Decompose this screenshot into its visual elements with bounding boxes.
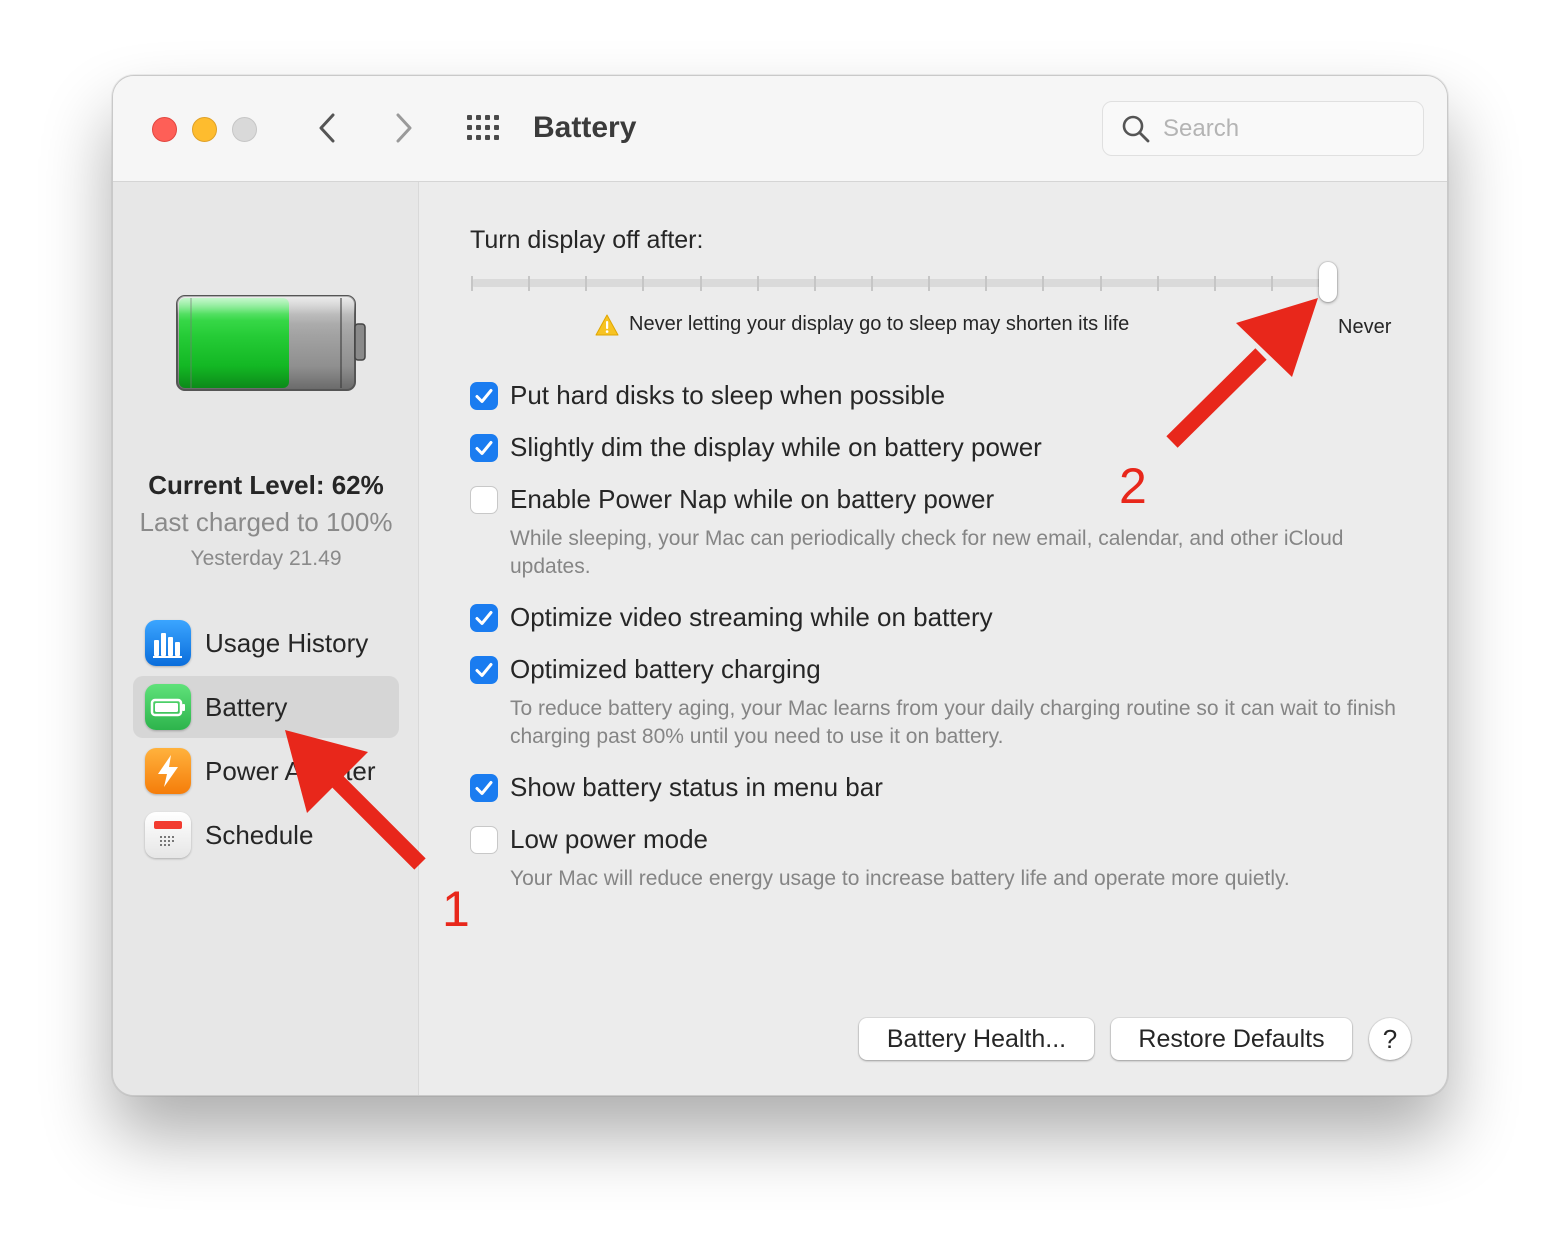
display-sleep-slider-track[interactable] [471, 279, 1331, 287]
display-sleep-title: Turn display off after: [470, 226, 704, 254]
sidebar-item-power-adapter[interactable]: Power Adapter [133, 740, 399, 802]
lightning-icon [145, 748, 191, 794]
checkbox[interactable] [470, 603, 498, 632]
option-label: Put hard disks to sleep when possible [510, 380, 946, 410]
checkmark-icon [475, 610, 493, 625]
sidebar-item-usage-history[interactable]: Usage History [133, 612, 399, 674]
close-window-button[interactable] [152, 117, 177, 142]
option-menu-bar-status[interactable]: Show battery status in menu bar [470, 772, 883, 803]
slider-tick [642, 276, 645, 291]
zoom-window-button[interactable] [232, 117, 257, 142]
warning-icon [595, 314, 619, 335]
option-dim-display[interactable]: Slightly dim the display while on batter… [470, 432, 1042, 463]
help-button[interactable]: ? [1369, 1018, 1411, 1060]
charged-time-text: Yesterday 21.49 [190, 547, 342, 570]
slider-tick [1042, 276, 1045, 291]
option-label: Optimize video streaming while on batter… [510, 602, 993, 632]
battery-level-icon [176, 295, 366, 391]
checkbox[interactable] [470, 655, 498, 684]
battery-settings-pane: Turn display off after: Never letting yo… [420, 182, 1447, 1095]
slider-tick [1099, 276, 1102, 291]
option-power-nap[interactable]: Enable Power Nap while on battery power [470, 484, 994, 515]
slider-tick [528, 276, 531, 291]
option-label: Show battery status in menu bar [510, 772, 883, 802]
option-low-power-mode[interactable]: Low power mode [470, 824, 708, 855]
checkbox[interactable] [470, 773, 498, 802]
option-label: Low power mode [510, 824, 708, 854]
checkmark-icon [475, 780, 493, 795]
chevron-right-icon [396, 113, 412, 143]
slider-tick [756, 276, 759, 291]
last-charged-text: Last charged to 100% [139, 507, 393, 537]
sidebar-item-label: Usage History [205, 627, 369, 658]
option-description: Your Mac will reduce energy usage to inc… [510, 867, 1290, 890]
calendar-icon [145, 812, 191, 858]
checkmark-icon [475, 662, 493, 677]
sidebar-item-battery[interactable]: Battery [133, 676, 399, 738]
annotation-marker-2: 2 [1119, 458, 1147, 514]
sidebar-item-label: Battery [205, 691, 288, 722]
slider-tick [928, 276, 931, 291]
sidebar-item-schedule[interactable]: Schedule [133, 804, 399, 866]
option-label: Enable Power Nap while on battery power [510, 484, 995, 514]
slider-tick [871, 276, 873, 291]
checkbox[interactable] [470, 433, 498, 462]
forward-button[interactable] [383, 108, 423, 148]
grid-icon [467, 115, 499, 140]
chevron-left-icon [319, 113, 335, 143]
window-title: Battery [533, 111, 637, 144]
option-label: Slightly dim the display while on batter… [510, 432, 1042, 462]
warning-text: Never letting your display go to sleep m… [629, 313, 1130, 335]
slider-tick [985, 276, 988, 291]
option-optimized-charging[interactable]: Optimized battery charging [470, 654, 821, 685]
search-input[interactable] [1163, 112, 1403, 146]
checkbox[interactable] [470, 485, 498, 514]
display-sleep-slider-thumb[interactable] [1319, 262, 1337, 302]
option-description: While sleeping, your Mac can periodicall… [510, 527, 1344, 578]
sidebar: Current Level: 62% Last charged to 100% … [113, 182, 419, 1095]
search-icon [1122, 115, 1150, 143]
battery-icon [145, 684, 191, 730]
slider-tick [585, 276, 588, 291]
show-all-button[interactable] [465, 113, 505, 143]
option-description: To reduce battery aging, your Mac learns… [510, 697, 1396, 748]
slider-tick [699, 276, 702, 291]
slider-tick [1213, 276, 1216, 291]
slider-tick [813, 276, 816, 291]
slider-value-label: Never [1338, 316, 1392, 338]
system-preferences-window: Battery Search Current Level: 62% Last c… [112, 75, 1448, 1096]
back-button[interactable] [308, 108, 348, 148]
minimize-window-button[interactable] [192, 117, 217, 142]
checkbox[interactable] [470, 381, 498, 410]
slider-tick [471, 276, 473, 291]
checkmark-icon [475, 388, 493, 403]
bar-chart-icon [145, 620, 191, 666]
search-field[interactable] [1102, 101, 1424, 156]
checkbox[interactable] [470, 825, 498, 854]
checkmark-icon [475, 440, 493, 455]
option-label: Optimized battery charging [510, 654, 821, 684]
annotation-marker-1: 1 [442, 881, 470, 937]
battery-health-button[interactable]: Battery Health... [859, 1018, 1094, 1060]
slider-tick [1156, 276, 1159, 291]
restore-defaults-button[interactable]: Restore Defaults [1111, 1018, 1352, 1060]
option-hard-disk-sleep[interactable]: Put hard disks to sleep when possible [470, 380, 945, 411]
option-video-streaming[interactable]: Optimize video streaming while on batter… [470, 602, 993, 633]
slider-tick [1271, 276, 1273, 291]
current-level-text: Current Level: 62% [148, 470, 384, 500]
sidebar-item-label: Power Adapter [205, 755, 376, 786]
title-bar: Battery [113, 76, 1447, 182]
sleep-warning: Never letting your display go to sleep m… [595, 313, 1129, 336]
sidebar-item-label: Schedule [205, 819, 314, 850]
